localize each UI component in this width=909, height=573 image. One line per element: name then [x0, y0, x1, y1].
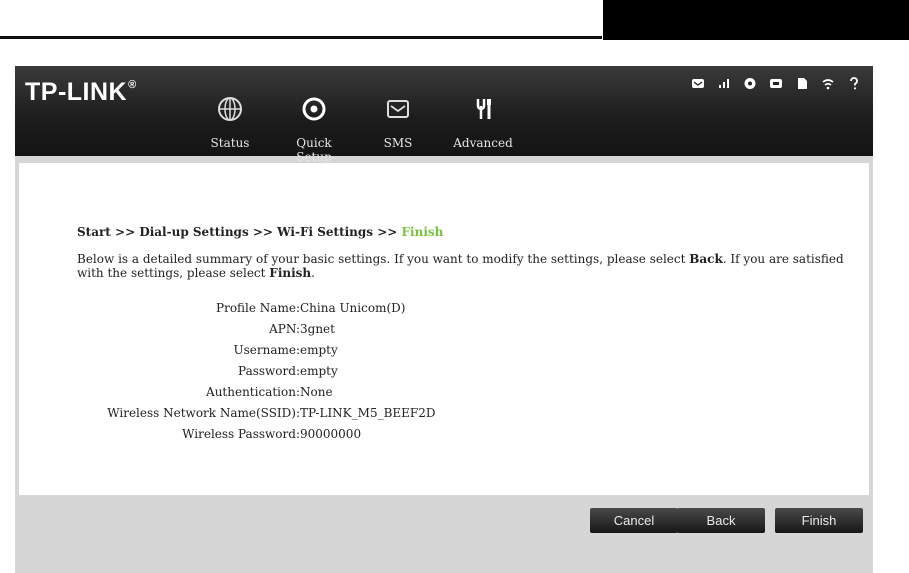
summary-row-wireless-password: Wireless Password: 90000000 [182, 427, 362, 441]
envelope-icon [387, 100, 409, 118]
sim-card-icon [795, 75, 809, 89]
cancel-button[interactable]: Cancel [590, 508, 678, 533]
summary-intro-text: Below is a detailed summary of your basi… [77, 252, 844, 280]
nav-advanced[interactable]: Advanced [448, 66, 518, 156]
breadcrumb: Start >> Dial-up Settings >> Wi-Fi Setti… [77, 225, 444, 239]
finish-button[interactable]: Finish [775, 508, 863, 533]
tools-icon [476, 99, 491, 119]
router-web-ui: TP-LINK® Status Quick Setup SMS Advanced… [15, 66, 873, 573]
summary-row-profile-name: Profile Name: China Unicom(D) [216, 301, 406, 315]
mail-icon[interactable] [691, 75, 705, 88]
summary-panel: Start >> Dial-up Settings >> Wi-Fi Setti… [19, 163, 869, 495]
document-header-block [603, 0, 909, 40]
nav-status-label: Status [210, 136, 250, 150]
document-header-rule [0, 36, 602, 39]
globe-icon [218, 97, 242, 121]
signal-icon [717, 75, 731, 88]
top-header: TP-LINK® Status Quick Setup SMS Advanced [15, 66, 873, 164]
summary-row-password: Password: empty [238, 364, 338, 378]
nav-quick-setup[interactable]: Quick Setup [279, 66, 349, 164]
nav-sms[interactable]: SMS [373, 66, 423, 156]
tp-link-logo: TP-LINK® [25, 78, 137, 106]
wifi-icon [821, 75, 835, 90]
status-icon-bar [691, 75, 861, 90]
breadcrumb-current-step: Finish [401, 225, 444, 239]
back-button[interactable]: Back [677, 508, 765, 533]
battery-icon [769, 75, 783, 88]
nav-status[interactable]: Status [200, 66, 260, 156]
summary-row-apn: APN: 3gnet [269, 322, 335, 336]
nav-sms-label: SMS [383, 136, 413, 150]
summary-row-authentication: Authentication: None [206, 385, 333, 399]
target-icon [302, 97, 326, 121]
nav-advanced-label: Advanced [453, 136, 513, 150]
summary-row-ssid: Wireless Network Name(SSID): TP-LINK_M5_B… [107, 406, 436, 420]
nav-quick-setup-label: Quick Setup [296, 136, 332, 164]
globe-icon [743, 75, 757, 89]
summary-row-username: Username: empty [233, 343, 338, 357]
help-icon[interactable] [847, 75, 861, 90]
